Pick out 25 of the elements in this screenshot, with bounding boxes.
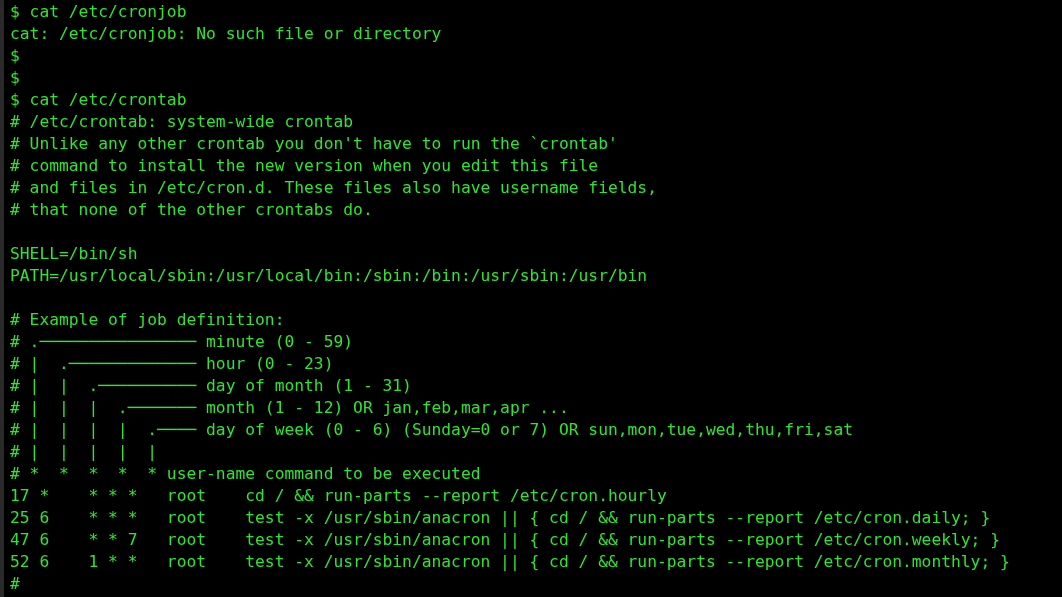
terminal-line: # and files in /etc/cron.d. These files also have username fields, [10,177,657,199]
terminal-line: PATH=/usr/local/sbin:/usr/local/bin:/sbin:/bin:/usr/sbin:/usr/bin [10,265,648,287]
terminal-line: # | | | | .──── day of week (0 - 6) (Sunday=0 or 7) OR sun,mon,tue,wed,thu,fri,sat [10,419,853,441]
terminal-line: $ cat /etc/cronjob [10,1,187,23]
terminal-line: # | .───────────── hour (0 - 23) [10,353,334,375]
terminal-line: # | | .────────── day of month (1 - 31) [10,375,412,397]
terminal-line: # that none of the other crontabs do. [10,199,373,221]
terminal-line: 52 6 1 * * root test -x /usr/sbin/anacron || { cd / && run-parts --report /etc/cron.monthly; } [10,551,1010,573]
terminal-line: 17 * * * * root cd / && run-parts --report /etc/cron.hourly [10,485,667,507]
terminal-line: # /etc/crontab: system-wide crontab [10,111,354,133]
terminal-line: $ cat /etc/crontab [10,89,187,111]
terminal-line: # Unlike any other crontab you don't have to run the `crontab' [10,133,618,155]
terminal-line: 25 6 * * * root test -x /usr/sbin/anacron || { cd / && run-parts --report /etc/cron.daily; } [10,507,991,529]
terminal-line: # * * * * * user-name command to be executed [10,463,481,485]
terminal-line: # Example of job definition: [10,309,285,331]
terminal-line: SHELL=/bin/sh [10,243,138,265]
terminal-line: # .──────────────── minute (0 - 59) [10,331,354,353]
terminal-line: 47 6 * * 7 root test -x /usr/sbin/anacron || { cd / && run-parts --report /etc/cron.weekly; } [10,529,1001,551]
terminal-line: # | | | | | [10,441,158,463]
terminal-line: $ [10,45,20,67]
terminal-line: # [10,573,20,595]
terminal-line: # command to install the new version when you edit this file [10,155,599,177]
terminal-line: cat: /etc/cronjob: No such file or directory [10,23,442,45]
terminal-line: $ [10,67,20,89]
terminal-line: # | | | .─────── month (1 - 12) OR jan,feb,mar,apr ... [10,397,569,419]
